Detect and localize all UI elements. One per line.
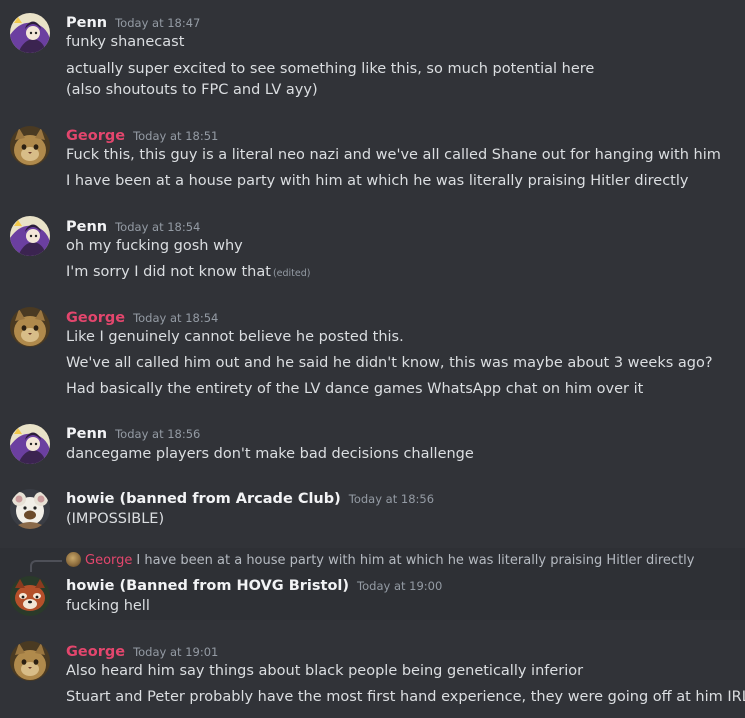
message-text: oh my fucking gosh why — [66, 238, 243, 254]
message-text: (IMPOSSIBLE) — [66, 511, 165, 527]
timestamp[interactable]: Today at 18:56 — [115, 427, 200, 441]
author-name[interactable]: George — [66, 644, 125, 660]
message-text: We've all called him out and he said he … — [66, 355, 713, 371]
message-text: Had basically the entirety of the LV dan… — [66, 381, 644, 397]
author-name[interactable]: Penn — [66, 219, 107, 235]
message-text: (also shoutouts to FPC and LV ayy) — [66, 82, 318, 98]
author-name[interactable]: howie (banned from Arcade Club) — [66, 491, 341, 507]
reply-text[interactable]: I have been at a house party with him at… — [136, 553, 694, 568]
reply-spine — [30, 560, 62, 572]
author-name[interactable]: Penn — [66, 15, 107, 31]
timestamp[interactable]: Today at 18:54 — [115, 220, 200, 234]
george-avatar[interactable] — [10, 307, 50, 347]
reply-author[interactable]: George — [85, 553, 132, 568]
message-text: fucking hell — [66, 598, 150, 614]
timestamp[interactable]: Today at 18:54 — [133, 311, 218, 325]
timestamp[interactable]: Today at 18:47 — [115, 16, 200, 30]
message-text: Stuart and Peter probably have the most … — [66, 689, 745, 705]
timestamp[interactable]: Today at 19:00 — [357, 579, 442, 593]
message-text: Like I genuinely cannot believe he poste… — [66, 329, 404, 345]
author-name[interactable]: George — [66, 310, 125, 326]
penn-avatar[interactable] — [10, 216, 50, 256]
author-name[interactable]: howie (Banned from HOVG Bristol) — [66, 578, 349, 594]
message-text: Also heard him say things about black pe… — [66, 663, 584, 679]
george-avatar[interactable] — [10, 126, 50, 166]
george-avatar[interactable] — [10, 641, 50, 681]
edited-label: (edited) — [272, 268, 311, 279]
author-name[interactable]: Penn — [66, 426, 107, 442]
howie-avatar[interactable] — [10, 576, 50, 616]
reply-avatar-icon — [66, 552, 81, 567]
timestamp[interactable]: Today at 18:51 — [133, 129, 218, 143]
message-text: I have been at a house party with him at… — [66, 173, 689, 189]
howie-avatar[interactable] — [10, 489, 50, 529]
message-text: funky shanecast — [66, 34, 185, 50]
timestamp[interactable]: Today at 19:01 — [133, 645, 218, 659]
message-text: I'm sorry I did not know that — [66, 264, 271, 280]
author-name[interactable]: George — [66, 128, 125, 144]
timestamp[interactable]: Today at 18:56 — [349, 492, 434, 506]
penn-avatar[interactable] — [10, 13, 50, 53]
message-text: actually super excited to see something … — [66, 61, 595, 77]
message-text-edited: I'm sorry I did not know that (edited) — [66, 262, 310, 284]
message-text: dancegame players don't make bad decisio… — [66, 446, 474, 462]
reply-preview[interactable]: George I have been at a house party with … — [66, 552, 694, 570]
message-text: Fuck this, this guy is a literal neo naz… — [66, 147, 721, 163]
penn-avatar[interactable] — [10, 424, 50, 464]
